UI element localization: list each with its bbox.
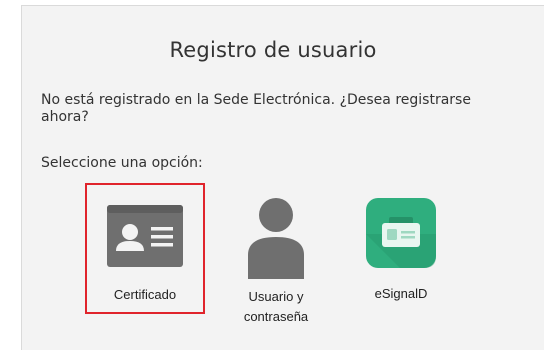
esignid-badge-icon: [366, 198, 436, 268]
option-certificado[interactable]: Certificado: [85, 183, 205, 314]
option-label-usuario-line2: contraseña: [243, 309, 309, 324]
option-prompt: Seleccione una opción:: [41, 155, 203, 171]
option-label-usuario: Usuario y contraseña: [221, 287, 331, 327]
option-label-usuario-line1: Usuario y: [248, 289, 304, 304]
dialog-title: Registro de usuario: [169, 38, 377, 62]
option-label-certificado: Certificado: [113, 287, 177, 302]
id-card-icon: [107, 205, 183, 267]
registration-question: No está registrado en la Sede Electrónic…: [41, 92, 471, 125]
option-usuario-contrasena[interactable]: Usuario y contraseña: [221, 189, 331, 329]
user-icon: [246, 197, 306, 279]
option-esignid[interactable]: eSignalD: [346, 189, 456, 309]
option-label-esignid: eSignalD: [374, 286, 428, 301]
registration-dialog: Registro de usuario No está registrado e…: [21, 5, 544, 350]
